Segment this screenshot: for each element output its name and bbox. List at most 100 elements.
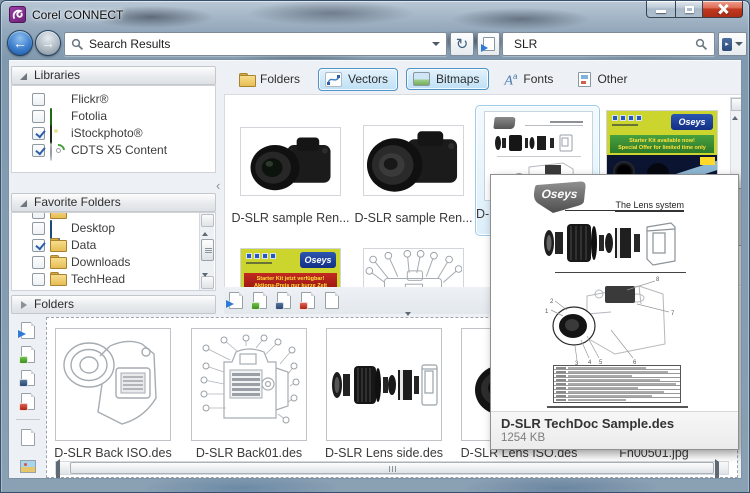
checkbox[interactable] [32, 92, 45, 106]
flickr-icon [50, 92, 66, 106]
search-scope-button[interactable]: ▸ [718, 32, 747, 56]
filter-fonts[interactable]: Aa Fonts [497, 66, 563, 93]
lens-parts-mini [495, 134, 573, 152]
ad-squares [612, 115, 642, 121]
expander-closed-icon[interactable] [21, 301, 27, 309]
filter-vectors[interactable]: Vectors [318, 67, 399, 91]
ad-offer-band: Starter Kit jetzt verfügbar! Aktions-Pre… [244, 273, 337, 287]
favorites-scrollbar[interactable] [199, 213, 214, 290]
expander-open-icon[interactable] [20, 200, 27, 207]
photopaint-file-icon[interactable] [275, 292, 291, 310]
vector-curve-icon [325, 71, 343, 87]
libraries-panel-header[interactable]: Libraries [11, 66, 216, 85]
close-button[interactable] [703, 1, 743, 18]
scroll-thumb[interactable] [201, 239, 214, 261]
forward-button[interactable]: → [35, 30, 61, 56]
forward-arrow-icon: → [41, 35, 55, 51]
address-value: Search Results [89, 37, 171, 51]
title-bar[interactable]: Corel CONNECT [1, 1, 749, 29]
result-thumbnail[interactable]: Oseys Starter Kit jetzt verfügbar! Aktio… [240, 248, 341, 287]
filter-folders[interactable]: Folders [232, 68, 310, 90]
lens-exploded-diagram [544, 222, 676, 266]
library-item-fotolia[interactable]: Fotolia [12, 107, 215, 127]
close-icon [718, 4, 728, 14]
checkbox[interactable] [32, 255, 45, 269]
checkbox[interactable] [32, 238, 45, 252]
tray-scrollbar[interactable] [55, 459, 729, 478]
scroll-right-button[interactable] [715, 459, 728, 478]
ad-squares [246, 253, 276, 259]
coreldraw-file-icon[interactable] [19, 345, 35, 364]
search-box[interactable] [502, 32, 715, 56]
scroll-down-button[interactable] [201, 273, 214, 290]
tray-thumbnail[interactable] [191, 328, 307, 441]
checkbox[interactable] [32, 221, 45, 235]
parts-table [553, 365, 681, 403]
library-item-flickr[interactable]: Flickr® [12, 90, 215, 108]
filter-bitmaps[interactable]: Bitmaps [406, 68, 490, 90]
photopaint-file-icon[interactable] [19, 369, 35, 388]
coreldraw-file-icon[interactable] [251, 292, 267, 310]
library-item-cdts[interactable]: CDTS X5 Content [12, 141, 215, 161]
folders-panel-header[interactable]: Folders [11, 295, 216, 314]
svg-text:7: 7 [671, 311, 675, 317]
popup-filesize: 1254 KB [501, 432, 546, 444]
favorite-item-desktop[interactable]: Desktop [12, 219, 215, 239]
document-icon [578, 71, 592, 87]
sidebar-collapse-chevron[interactable]: ‹ [216, 178, 220, 193]
disc-icon [50, 142, 52, 161]
back-arrow-icon: ← [13, 35, 27, 51]
result-thumbnail[interactable] [240, 127, 341, 196]
svg-text:2: 2 [550, 299, 554, 305]
maximize-button[interactable] [675, 1, 703, 18]
pdf-file-icon[interactable] [299, 292, 315, 310]
scroll-left-button[interactable] [56, 459, 69, 478]
favorite-item-downloads[interactable]: Downloads [12, 253, 215, 271]
scroll-thumb[interactable] [70, 462, 714, 474]
tray-side-toolbar [10, 314, 46, 478]
oseys-logo: Oseys [533, 181, 586, 213]
oseys-ad-preview-de: Oseys Starter Kit jetzt verfügbar! Aktio… [241, 249, 340, 287]
scroll-up-button[interactable] [731, 98, 741, 120]
svg-text:Oseys: Oseys [541, 187, 579, 201]
checkbox[interactable] [32, 272, 45, 286]
tray-item-label: D-SLR Lens side.des [324, 446, 444, 460]
open-file-icon[interactable] [226, 292, 243, 309]
refresh-button[interactable]: ↻ [450, 32, 474, 56]
pdf-file-icon[interactable] [19, 393, 35, 412]
address-bar[interactable]: Search Results [64, 32, 447, 56]
favorite-item-data[interactable]: Data [12, 236, 215, 254]
maximize-icon [685, 6, 694, 13]
new-tag [700, 157, 715, 165]
favorite-folders-list: Desktop Data Downloads TechHead [11, 212, 216, 291]
result-thumbnail[interactable] [363, 125, 464, 196]
corel-connect-window: Corel CONNECT ← → Search Results ↻ SLR ▸… [0, 0, 750, 493]
favorite-folders-panel-header[interactable]: Favorite Folders [11, 193, 216, 212]
folders-title: Folders [34, 297, 75, 311]
expander-open-icon[interactable] [20, 73, 27, 80]
back-button[interactable]: ← [7, 30, 33, 56]
tray-collapse-handle[interactable] [405, 312, 421, 333]
result-thumbnail[interactable] [363, 248, 464, 287]
tray-thumbnail[interactable] [326, 328, 442, 441]
library-item-istockphoto[interactable]: iStockphoto® [12, 124, 215, 144]
search-icon[interactable] [695, 38, 708, 51]
image-icon [413, 72, 431, 86]
favorite-item-techhead[interactable]: TechHead [12, 270, 215, 288]
checkbox[interactable] [32, 109, 45, 123]
scroll-up-button[interactable] [201, 214, 214, 236]
tray-file-icon[interactable] [21, 429, 35, 447]
filter-other[interactable]: Other [571, 68, 637, 91]
open-file-icon[interactable] [18, 322, 35, 339]
result-label: D-SLR sample Ren... [231, 211, 350, 225]
quick-export-button[interactable] [477, 32, 500, 56]
chevron-down-icon[interactable] [432, 42, 440, 46]
minimize-button[interactable] [646, 1, 675, 18]
search-input[interactable] [514, 37, 695, 51]
checkbox[interactable] [32, 126, 45, 140]
image-preview-icon[interactable] [20, 460, 36, 473]
tray-thumbnail[interactable] [55, 328, 171, 441]
tray-file-icon[interactable] [325, 292, 339, 309]
checkbox[interactable] [32, 143, 45, 157]
popup-filename: D-SLR TechDoc Sample.des [501, 416, 675, 431]
